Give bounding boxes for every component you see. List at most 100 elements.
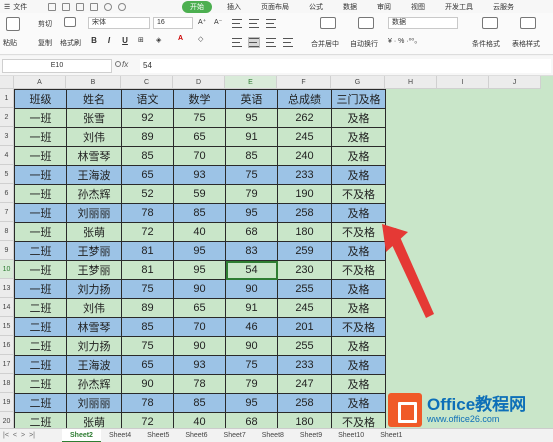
merge-center-button[interactable]: 合并居中 — [311, 39, 339, 49]
table-cell[interactable]: 65 — [173, 298, 226, 318]
table-cell[interactable]: 233 — [277, 355, 332, 375]
table-cell[interactable]: 240 — [277, 146, 332, 166]
table-cell[interactable]: 一班 — [14, 165, 67, 185]
clear-format-icon[interactable]: ◇ — [198, 35, 203, 43]
align-top-icon[interactable] — [232, 19, 242, 28]
column-header[interactable]: A — [14, 76, 66, 89]
table-cell[interactable]: 46 — [225, 317, 278, 337]
table-cell[interactable]: 及格 — [331, 279, 386, 299]
table-cell[interactable]: 及格 — [331, 241, 386, 261]
name-box[interactable]: E10 — [2, 59, 112, 73]
prev-sheet-icon[interactable]: < — [13, 432, 17, 439]
sheet-tab[interactable]: Sheet2 — [62, 428, 101, 442]
table-cell[interactable]: 张萌 — [66, 222, 122, 242]
table-cell[interactable]: 及格 — [331, 146, 386, 166]
underline-button[interactable]: U — [120, 36, 130, 45]
fx-icon[interactable]: fx — [122, 60, 128, 69]
header-cell[interactable]: 班级 — [14, 89, 67, 109]
table-cell[interactable]: 75 — [121, 279, 174, 299]
table-cell[interactable]: 不及格 — [331, 260, 386, 280]
table-cell[interactable]: 张雪 — [66, 108, 122, 128]
align-right-icon[interactable] — [266, 38, 276, 47]
file-menu[interactable]: ☰ 文件 — [0, 2, 48, 12]
last-sheet-icon[interactable]: >| — [29, 432, 35, 439]
table-cell[interactable]: 一班 — [14, 108, 67, 128]
table-style-button[interactable]: 表格样式 — [512, 39, 540, 49]
table-cell[interactable]: 一班 — [14, 260, 67, 280]
table-cell[interactable]: 二班 — [14, 298, 67, 318]
table-cell[interactable]: 一班 — [14, 203, 67, 223]
table-cell[interactable]: 一班 — [14, 279, 67, 299]
sheet-tab[interactable]: Sheet4 — [101, 429, 139, 442]
table-cell[interactable]: 不及格 — [331, 317, 386, 337]
table-cell[interactable]: 及格 — [331, 393, 386, 413]
table-cell[interactable]: 93 — [173, 165, 226, 185]
row-header[interactable]: 19 — [0, 393, 14, 412]
table-cell[interactable]: 95 — [225, 203, 278, 223]
cut-button[interactable]: 剪切 — [38, 19, 52, 29]
sheet-tab[interactable]: Sheet10 — [330, 429, 372, 442]
table-cell[interactable]: 79 — [225, 184, 278, 204]
format-painter-button[interactable]: 格式刷 — [60, 38, 81, 48]
header-cell[interactable]: 三门及格 — [331, 89, 386, 109]
sheet-tab[interactable]: Sheet7 — [216, 429, 254, 442]
table-cell[interactable]: 85 — [173, 203, 226, 223]
font-size-select[interactable]: 16 — [153, 17, 193, 29]
first-sheet-icon[interactable]: |< — [3, 432, 9, 439]
menu-tab-6[interactable]: 视图 — [406, 1, 430, 13]
table-cell[interactable]: 及格 — [331, 203, 386, 223]
justify-icon[interactable] — [283, 38, 293, 47]
table-cell[interactable]: 70 — [173, 146, 226, 166]
fill-color-icon[interactable]: ◈ — [156, 36, 161, 44]
table-cell[interactable]: 二班 — [14, 412, 67, 428]
table-cell[interactable]: 91 — [225, 127, 278, 147]
table-cell[interactable]: 93 — [173, 355, 226, 375]
table-cell[interactable]: 81 — [121, 260, 174, 280]
row-header[interactable]: 5 — [0, 165, 14, 184]
table-cell[interactable]: 90 — [173, 336, 226, 356]
table-cell[interactable]: 72 — [121, 412, 174, 428]
column-header[interactable]: J — [489, 76, 541, 89]
column-header[interactable]: D — [173, 76, 225, 89]
italic-button[interactable]: I — [104, 36, 114, 45]
menu-tab-3[interactable]: 公式 — [304, 1, 328, 13]
align-middle-icon[interactable] — [249, 19, 259, 28]
table-cell[interactable]: 刘力扬 — [66, 336, 122, 356]
table-cell[interactable]: 68 — [225, 412, 278, 428]
font-color-icon[interactable]: A — [178, 35, 183, 42]
menu-tab-0[interactable]: 开始 — [182, 0, 212, 13]
table-cell[interactable]: 不及格 — [331, 184, 386, 204]
border-icon[interactable]: ⊞ — [138, 36, 144, 44]
table-cell[interactable]: 二班 — [14, 393, 67, 413]
row-header[interactable]: 4 — [0, 146, 14, 165]
row-header[interactable]: 9 — [0, 241, 14, 260]
row-header[interactable]: 2 — [0, 108, 14, 127]
menu-tab-4[interactable]: 数据 — [338, 1, 362, 13]
table-cell[interactable]: 90 — [121, 374, 174, 394]
print-icon[interactable] — [62, 2, 70, 11]
copy-button[interactable]: 复制 — [38, 38, 52, 48]
select-all-corner[interactable] — [0, 76, 14, 89]
grow-font-icon[interactable]: A⁺ — [198, 18, 206, 26]
table-cell[interactable]: 89 — [121, 298, 174, 318]
table-cell[interactable]: 90 — [225, 336, 278, 356]
table-cell[interactable]: 40 — [173, 222, 226, 242]
table-cell[interactable]: 林雪琴 — [66, 317, 122, 337]
table-cell[interactable]: 75 — [225, 165, 278, 185]
table-cell[interactable]: 不及格 — [331, 412, 386, 428]
menu-tab-1[interactable]: 插入 — [222, 1, 246, 13]
row-header[interactable]: 10 — [0, 260, 14, 279]
table-cell[interactable]: 王梦丽 — [66, 260, 122, 280]
table-cell[interactable]: 180 — [277, 412, 332, 428]
row-header[interactable]: 3 — [0, 127, 14, 146]
sheet-tab[interactable]: Sheet5 — [139, 429, 177, 442]
table-cell[interactable]: 79 — [225, 374, 278, 394]
table-cell[interactable]: 85 — [121, 146, 174, 166]
row-header[interactable]: 7 — [0, 203, 14, 222]
table-cell[interactable]: 262 — [277, 108, 332, 128]
table-cell[interactable]: 刘伟 — [66, 298, 122, 318]
menu-tab-2[interactable]: 页面布局 — [256, 1, 294, 13]
column-header[interactable]: B — [66, 76, 121, 89]
table-cell[interactable]: 及格 — [331, 165, 386, 185]
menu-tab-7[interactable]: 开发工具 — [440, 1, 478, 13]
